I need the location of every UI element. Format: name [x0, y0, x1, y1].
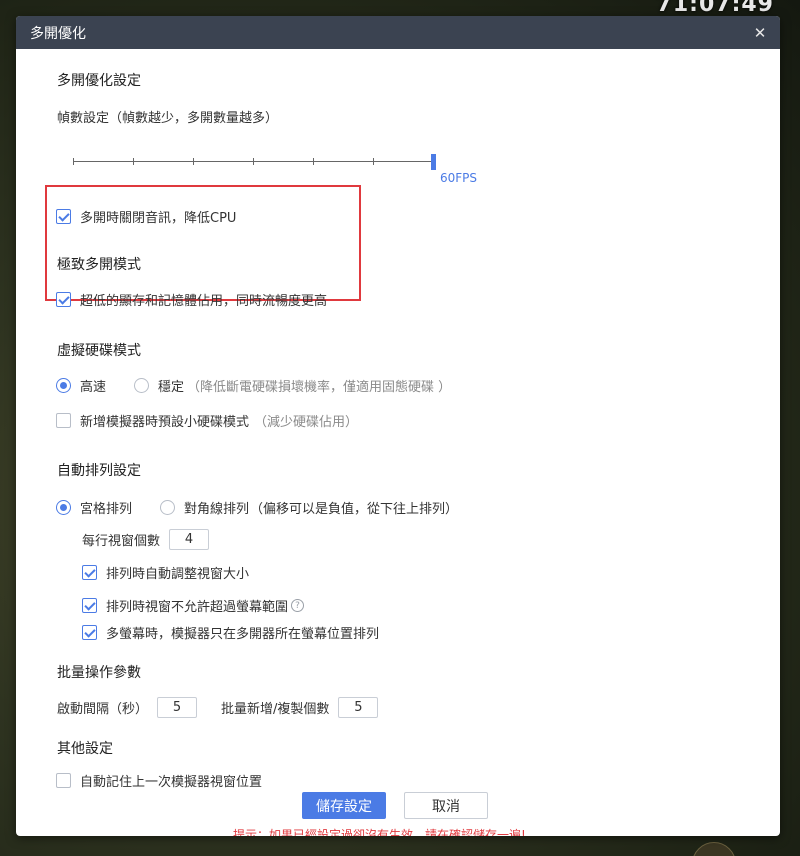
help-icon[interactable]: ? [291, 599, 305, 612]
disk-mode-options: 高速 穩定 （降低斷電硬碟損壞機率，僅適用固態硬碟 ） [56, 376, 451, 395]
auto-resize-label: 排列時自動調整視窗大小 [106, 567, 250, 582]
fps-slider-tick [73, 158, 74, 165]
disk-stable-hint: （降低斷電硬碟損壞機率，僅適用固態硬碟 ） [187, 380, 452, 395]
multi-instance-optimization-dialog: 多開優化 ✕ 多開優化設定 幀數設定（幀數越少，多開數量越多） 60FPS 多開… [16, 16, 780, 836]
launch-interval-input[interactable]: 5 [157, 697, 198, 718]
fps-slider-tick [193, 158, 194, 165]
remember-position-option[interactable]: 自動記住上一次模擬器視窗位置 [56, 771, 262, 790]
diagonal-arrange-radio[interactable] [160, 500, 176, 515]
close-icon[interactable]: ✕ [750, 23, 770, 43]
small-disk-label: 新增模擬器時預設小硬碟模式 [80, 415, 250, 430]
diagonal-arrange-hint: （偏移可以是負值，從下往上排列） [250, 502, 459, 517]
fps-slider-handle[interactable] [431, 154, 436, 170]
multi-screen-label: 多螢幕時，模擬器只在多開器所在螢幕位置排列 [106, 627, 380, 642]
mute-audio-checkbox[interactable] [56, 209, 71, 224]
grid-arrange-radio[interactable] [56, 500, 71, 515]
fps-slider-tick [313, 158, 314, 165]
arrange-mode-options: 宮格排列 對角線排列 （偏移可以是負值，從下往上排列） [56, 498, 458, 517]
background-emblem [692, 842, 736, 856]
no-overflow-label: 排列時視窗不允許超過螢幕範圍 [106, 600, 289, 615]
background-clock: 71:07:49 [656, 0, 774, 17]
fps-value: 60FPS [440, 171, 478, 185]
small-disk-hint: （減少硬碟佔用） [254, 415, 359, 430]
mute-audio-option[interactable]: 多開時關閉音訊，降低CPU [56, 207, 236, 226]
auto-resize-option[interactable]: 排列時自動調整視窗大小 [82, 563, 249, 582]
save-button[interactable]: 儲存設定 [302, 792, 386, 819]
other-heading: 其他設定 [57, 741, 113, 757]
batch-heading: 批量操作參數 [57, 665, 141, 681]
remember-position-checkbox[interactable] [56, 773, 71, 788]
extreme-mode-label: 超低的顯存和記憶體佔用，同時流暢度更高 [80, 294, 328, 309]
fps-slider-tick [373, 158, 374, 165]
small-disk-option[interactable]: 新增模擬器時預設小硬碟模式 （減少硬碟佔用） [56, 411, 358, 430]
arrange-heading: 自動排列設定 [57, 463, 141, 479]
windows-per-row-label: 每行視窗個數 [82, 534, 161, 549]
disk-stable-radio[interactable] [134, 378, 150, 393]
disk-mode-heading: 虛擬硬碟模式 [57, 343, 141, 359]
highlight-box [45, 185, 361, 301]
optimization-heading: 多開優化設定 [57, 73, 141, 89]
no-overflow-checkbox[interactable] [82, 598, 97, 613]
save-tip: 提示：如果已經設定過卻沒有生效，請在確認儲存一遍! [233, 828, 526, 836]
diagonal-arrange-label[interactable]: 對角線排列 [184, 498, 249, 517]
dialog-title: 多開優化 [30, 25, 86, 42]
remember-position-label: 自動記住上一次模擬器視窗位置 [80, 775, 263, 790]
extreme-mode-option[interactable]: 超低的顯存和記憶體佔用，同時流暢度更高 [56, 290, 327, 309]
windows-per-row: 每行視窗個數 4 [82, 529, 210, 550]
frame-rate-label: 幀數設定（幀數越少，多開數量越多） [57, 111, 279, 126]
disk-fast-radio[interactable] [56, 378, 71, 393]
launch-interval-label: 啟動間隔（秒） [57, 702, 149, 717]
fps-slider-tick [253, 158, 254, 165]
batch-count-label: 批量新增/複製個數 [221, 702, 330, 717]
auto-resize-checkbox[interactable] [82, 565, 97, 580]
grid-arrange-label[interactable]: 宮格排列 [80, 498, 132, 517]
disk-stable-label[interactable]: 穩定 [158, 376, 184, 395]
dialog-content: 多開優化設定 幀數設定（幀數越少，多開數量越多） 60FPS 多開時關閉音訊，降… [16, 49, 780, 836]
multi-screen-option[interactable]: 多螢幕時，模擬器只在多開器所在螢幕位置排列 [82, 623, 379, 642]
small-disk-checkbox[interactable] [56, 413, 71, 428]
batch-count-input[interactable]: 5 [338, 697, 379, 718]
extreme-mode-checkbox[interactable] [56, 292, 71, 307]
fps-slider-tick [133, 158, 134, 165]
disk-fast-label[interactable]: 高速 [80, 376, 106, 395]
batch-params: 啟動間隔（秒） 5 批量新增/複製個數 5 [57, 697, 379, 718]
multi-screen-checkbox[interactable] [82, 625, 97, 640]
extreme-mode-heading: 極致多開模式 [57, 257, 141, 273]
windows-per-row-input[interactable]: 4 [169, 529, 210, 550]
cancel-button[interactable]: 取消 [404, 792, 488, 819]
mute-audio-label: 多開時關閉音訊，降低CPU [80, 211, 237, 226]
no-overflow-option[interactable]: 排列時視窗不允許超過螢幕範圍 ? [82, 596, 305, 615]
dialog-titlebar: 多開優化 ✕ [16, 16, 780, 49]
